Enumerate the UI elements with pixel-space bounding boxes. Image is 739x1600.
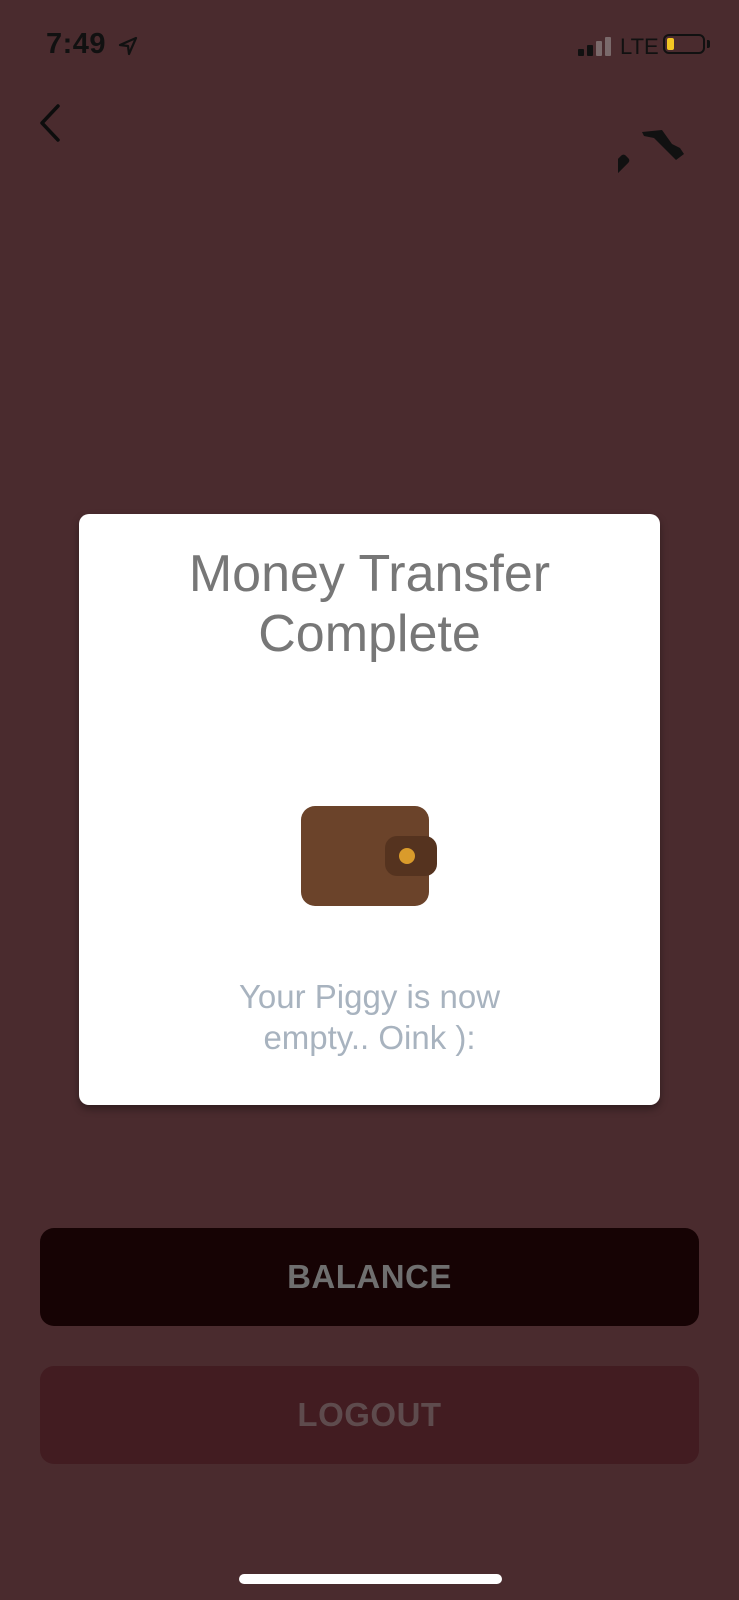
signal-icon: [578, 34, 616, 56]
battery-icon: [663, 34, 705, 54]
hammer-button[interactable]: [593, 124, 690, 196]
status-time: 7:49: [46, 28, 107, 60]
wallet-icon: [301, 806, 437, 906]
dialog-title: Money Transfer Complete: [188, 545, 551, 663]
battery-cap: [707, 40, 710, 48]
chevron-left-icon: [40, 104, 60, 142]
carrier-label: LTE: [620, 34, 659, 59]
location-arrow-icon: [118, 36, 138, 56]
transfer-complete-dialog: Money Transfer Complete Your Piggy is no…: [79, 514, 660, 1105]
hammer-icon: [593, 130, 684, 191]
dialog-message: Your Piggy is now empty.. Oink ):: [238, 978, 501, 1056]
logout-button[interactable]: LOGOUT: [40, 1366, 699, 1464]
battery-level: [667, 38, 674, 50]
balance-button[interactable]: BALANCE: [40, 1228, 699, 1326]
status-bar: 7:49 LTE: [0, 0, 739, 90]
home-indicator[interactable]: [239, 1574, 502, 1584]
back-button[interactable]: [32, 100, 72, 146]
